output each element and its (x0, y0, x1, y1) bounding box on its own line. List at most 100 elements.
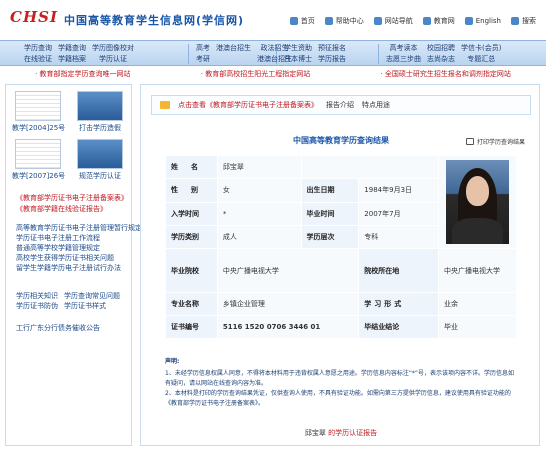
search-icon (511, 17, 519, 25)
announcement-link[interactable]: · 全国硕士研究生招生报名和调剂指定网站 (380, 69, 510, 79)
help-icon (324, 17, 333, 25)
report-intro-link[interactable]: 报告介绍 (326, 100, 354, 110)
nav-item[interactable]: 高考读本 (390, 43, 418, 54)
thumb-standard-cert[interactable]: 规范学历认证 (74, 139, 126, 181)
value-edu-level: 专科 (358, 224, 440, 250)
label-conclusion: 毕结业结论 (358, 315, 440, 339)
photo-thumbnail[interactable] (77, 91, 123, 121)
nav-item[interactable]: 港澳台招生 (216, 43, 251, 54)
thumb-caption[interactable]: 规范学历认证 (74, 171, 126, 181)
nav-item[interactable]: 学生资助 (284, 43, 312, 54)
nav-column: 高考 考研 (196, 43, 210, 65)
verification-report-link[interactable]: 《教育部学籍在线验证报告》 (16, 204, 128, 215)
nav-item[interactable]: 日本博士 (284, 54, 312, 65)
nav-item[interactable]: 预征报名 (318, 43, 346, 54)
result-panel: 点击查看《教育部学历证书电子注册备案表》 报告介绍 特点用途 中国高等教育学历查… (140, 84, 540, 446)
nav-item[interactable]: 学历图像校对 (92, 43, 134, 54)
nav-column: 学历查询 在线验证 (24, 43, 52, 65)
top-link-edu[interactable]: 教育网 (422, 16, 455, 26)
faq-link[interactable]: 学历证书样式 (64, 301, 106, 311)
nav-item[interactable]: 在线验证 (24, 54, 52, 65)
top-link-label[interactable]: 帮助中心 (336, 16, 364, 26)
policy-link[interactable]: 学历证书电子注册工作流程 (16, 233, 142, 243)
chsi-logo[interactable]: CHSI (10, 8, 58, 26)
nav-item[interactable]: 学籍查询 (58, 43, 86, 54)
nav-item[interactable]: 学历认证 (99, 54, 127, 65)
table-row: 毕业院校 中央广播电视大学 院校所在地 中央广播电视大学 (165, 248, 517, 293)
value-edu-type: 成人 (216, 224, 302, 250)
top-link-label[interactable]: 教育网 (434, 16, 455, 26)
label-birth: 出生日期 (300, 178, 360, 203)
value-grad: 2007年7月 (358, 201, 440, 226)
top-link-help[interactable]: 帮助中心 (324, 16, 364, 26)
student-photo (446, 160, 509, 244)
nav-column: 学籍查询 学籍档案 (58, 43, 86, 65)
top-link-label[interactable]: 首页 (301, 16, 315, 26)
nav-item[interactable]: 校园招聘 (427, 43, 455, 54)
nav-group: 学历查询 在线验证 学籍查询 学籍档案 学历图像校对 学历认证 (24, 43, 134, 65)
top-link-label[interactable]: 网站导航 (385, 16, 413, 26)
nav-item[interactable]: 学信卡(会员) (461, 43, 501, 54)
label-name: 姓 名 (165, 154, 218, 180)
nav-item[interactable]: 志愿三步曲 (386, 54, 421, 65)
label-gender: 性 别 (165, 178, 218, 203)
thumb-anti-fraud[interactable]: 打击学历造假 (74, 91, 126, 133)
nav-item[interactable]: 学历查询 (24, 43, 52, 54)
nav-item[interactable]: 学籍档案 (58, 54, 86, 65)
thumb-caption[interactable]: 教学[2007]26号 (12, 171, 65, 181)
features-link[interactable]: 特点用途 (362, 100, 390, 110)
registration-form-link[interactable]: 《教育部学历证书电子注册备案表》 (16, 193, 128, 204)
thumb-caption[interactable]: 教学[2004]25号 (12, 123, 65, 133)
nav-item[interactable]: 考研 (196, 54, 210, 65)
top-link-search[interactable]: 搜索 (511, 16, 536, 26)
value-enroll: * (216, 201, 302, 226)
nav-item[interactable]: 学历报告 (318, 54, 346, 65)
sidebar-faq-links: 学历相关知识 学历查询常见问题 学历证书防伪 学历证书样式 (16, 291, 120, 311)
footer-student-name: 邱宝翠 (304, 429, 326, 437)
thumb-doc-2004[interactable]: 教学[2004]25号 (12, 91, 65, 133)
value-conclusion: 毕业 (438, 315, 517, 339)
print-label[interactable]: 打印学历查询结果 (477, 137, 525, 146)
top-link-flag[interactable]: English (464, 16, 501, 26)
footer-report-link[interactable]: 的学历认证报告 (328, 429, 377, 437)
faq-link[interactable]: 学历相关知识 (16, 291, 58, 301)
nav-column: 学历图像校对 学历认证 (92, 43, 134, 65)
announcement-link[interactable]: · 教育部指定学历查询唯一网站 (35, 69, 130, 79)
top-link-label[interactable]: English (476, 17, 501, 25)
policy-link[interactable]: 留学生学籍学历电子注册试行办法 (16, 263, 142, 273)
thumb-doc-2007[interactable]: 教学[2007]26号 (12, 139, 65, 181)
faq-link[interactable]: 学历证书防伪 (16, 301, 58, 311)
faq-link[interactable]: 学历查询常见问题 (64, 291, 120, 301)
photo-thumbnail[interactable] (77, 139, 123, 169)
nav-item[interactable]: 志尚杂志 (427, 54, 455, 65)
document-thumbnail[interactable] (15, 139, 61, 169)
value-study-form: 业余 (438, 292, 517, 316)
nav-item[interactable]: 专题汇总 (467, 54, 495, 65)
view-registration-link[interactable]: 点击查看《教育部学历证书电子注册备案表》 (178, 100, 318, 110)
document-thumbnail[interactable] (15, 91, 61, 121)
faq-row: 学历相关知识 学历查询常见问题 (16, 291, 120, 301)
top-link-map[interactable]: 网站导航 (373, 16, 413, 26)
bank-notice-link[interactable]: 工行广东分行债务催收公告 (16, 323, 100, 333)
sidebar-red-links: 《教育部学历证书电子注册备案表》 《教育部学籍在线验证报告》 (16, 193, 128, 215)
policy-link[interactable]: 高校学生获得学历证书相关问题 (16, 253, 142, 263)
print-button[interactable]: 打印学历查询结果 (465, 137, 525, 146)
announcement-link[interactable]: · 教育部高校招生阳光工程指定网站 (201, 69, 310, 79)
policy-link[interactable]: 普通高等学校学籍管理规定 (16, 243, 142, 253)
top-link-label[interactable]: 搜索 (522, 16, 536, 26)
announcement-bar: · 教育部指定学历查询唯一网站 · 教育部高校招生阳光工程指定网站 · 全国硕士… (0, 67, 546, 81)
map-icon (373, 17, 382, 25)
table-row: 姓 名 邱宝翠 (165, 154, 517, 249)
top-link-home[interactable]: 首页 (289, 16, 315, 26)
thumb-caption[interactable]: 打击学历造假 (74, 123, 126, 133)
value-name: 邱宝翠 (216, 154, 302, 180)
nav-column: 学生资助 日本博士 (284, 43, 312, 65)
main-nav: 学历查询 在线验证 学籍查询 学籍档案 学历图像校对 学历认证 高考 考研 港澳台招生 政法招生港… (0, 40, 546, 66)
sidebar-policy-links: 高等教育学历证书电子注册管理暂行规定 学历证书电子注册工作流程 普通高等学校学籍… (16, 223, 142, 273)
nav-divider (378, 44, 379, 64)
policy-link[interactable]: 高等教育学历证书电子注册管理暂行规定 (16, 223, 142, 233)
sidebar: 教学[2004]25号 打击学历造假 教学[2007]26号 规范学历认证 《教… (5, 84, 142, 446)
edu-icon (422, 17, 431, 25)
nav-item[interactable]: 高考 (196, 43, 210, 54)
empty-cell (300, 154, 440, 180)
